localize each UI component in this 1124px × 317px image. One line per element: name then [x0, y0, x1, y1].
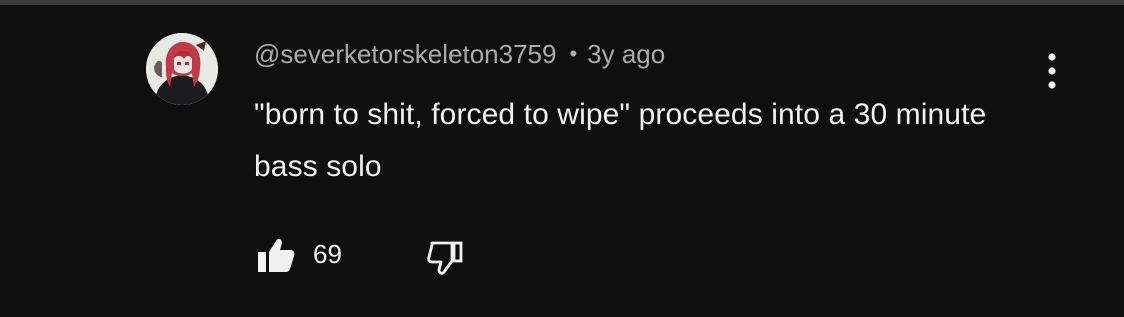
comment-thread: @severketorskeleton3759 • 3y ago "born to …: [0, 5, 1124, 317]
thumbs-up-filled-icon: [258, 238, 295, 272]
meta-separator: •: [569, 41, 578, 66]
like-count: 69: [313, 239, 342, 269]
thumbs-down-outline-icon: [427, 241, 463, 275]
author-name[interactable]: @severketorskeleton3759: [254, 39, 556, 69]
like-button[interactable]: [254, 235, 296, 275]
comment-timestamp[interactable]: 3y ago: [587, 39, 665, 69]
comment-meta: @severketorskeleton3759 • 3y ago: [254, 38, 665, 70]
avatar-image: [146, 33, 218, 105]
avatar[interactable]: [146, 33, 218, 105]
dislike-button[interactable]: [424, 237, 466, 277]
more-vertical-icon: [1048, 53, 1056, 89]
comment-text: "born to shit, forced to wipe" proceeds …: [254, 98, 987, 183]
comment-menu-button[interactable]: [1034, 47, 1070, 95]
